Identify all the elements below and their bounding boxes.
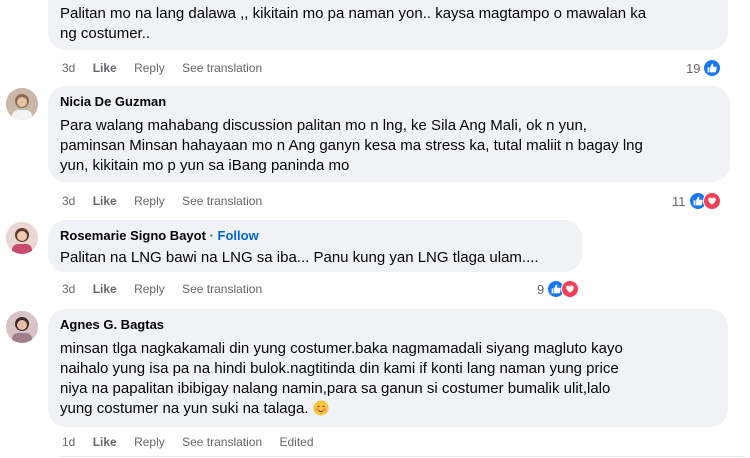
avatar[interactable] [6, 88, 38, 120]
comment-bubble: Agnes G. Bagtas minsan tlga nagkakamali … [48, 309, 728, 427]
comment-actions: 3d Like Reply See translation [62, 193, 276, 209]
comment-actions: 3d Like Reply See translation [62, 281, 276, 297]
follow-link[interactable]: Follow [218, 228, 259, 243]
comment-text-line: minsan tlga nagkakamali din yung costume… [60, 340, 623, 357]
see-translation-link[interactable]: See translation [182, 60, 262, 76]
comment-bubble: Rosemarie Signo Bayot · Follow Palitan n… [48, 220, 582, 272]
reply-button[interactable]: Reply [134, 281, 165, 297]
comment-text-line: naihalo yung isa pa na hindi bulok.nagti… [60, 360, 619, 377]
reaction-count: 9 [537, 281, 545, 297]
like-button[interactable]: Like [93, 434, 117, 450]
timestamp[interactable]: 1d [62, 434, 75, 450]
timestamp[interactable]: 3d [62, 60, 75, 76]
reply-button[interactable]: Reply [134, 434, 165, 450]
see-translation-link[interactable]: See translation [182, 193, 262, 209]
comment-text-line: paminsan Minsan hahayaan mo n Ang ganyn … [60, 137, 643, 154]
avatar[interactable] [6, 311, 38, 343]
comment-text-line: niya na papalitan ibibigay nalang namin,… [60, 380, 611, 397]
timestamp[interactable]: 3d [62, 281, 75, 297]
comment-text-line: ng costumer.. [60, 25, 151, 42]
like-button[interactable]: Like [93, 60, 117, 76]
like-button[interactable]: Like [93, 193, 117, 209]
reaction-summary[interactable]: 9 [537, 279, 580, 299]
comment-text: Para walang mahabang discussion palitan … [60, 116, 718, 176]
comment-author[interactable]: Agnes G. Bagtas [60, 317, 716, 333]
reaction-summary[interactable]: 19 [686, 58, 722, 78]
timestamp[interactable]: 3d [62, 193, 75, 209]
reaction-summary[interactable]: 11 [672, 191, 721, 211]
comment-author-line: Rosemarie Signo Bayot · Follow [60, 228, 570, 244]
smiling-blush-emoji-icon [313, 400, 329, 422]
comment-text: minsan tlga nagkakamali din yung costume… [60, 339, 716, 422]
comment-actions: 3d Like Reply See translation [62, 60, 276, 76]
like-button[interactable]: Like [93, 281, 117, 297]
like-icon [703, 59, 722, 77]
love-icon [702, 192, 721, 210]
comment-text: Palitan mo na lang dalawa ,, kikitain mo… [60, 4, 716, 44]
comment-text-line: Palitan mo na lang dalawa ,, kikitain mo… [60, 5, 647, 22]
divider [60, 456, 745, 457]
love-icon [561, 280, 580, 298]
comment-text-line: yung costumer na yun suki na talaga. [60, 399, 716, 422]
comment-author[interactable]: Nicia De Guzman [60, 94, 718, 110]
reaction-count: 19 [686, 60, 701, 76]
comment-text-line: Para walang mahabang discussion palitan … [60, 117, 587, 134]
reply-button[interactable]: Reply [134, 60, 165, 76]
see-translation-link[interactable]: See translation [182, 434, 262, 450]
comment-author[interactable]: Rosemarie Signo Bayot [60, 228, 206, 243]
comment-text-line: Palitan na LNG bawi na LNG sa iba... Pan… [60, 249, 539, 266]
comment-text: Palitan na LNG bawi na LNG sa iba... Pan… [60, 248, 570, 268]
edited-label: Edited [279, 435, 314, 449]
comment-text-line: yun, kikitain mo p yun sa iBang paninda … [60, 157, 350, 174]
see-translation-link[interactable]: See translation [182, 281, 262, 297]
reaction-count: 11 [672, 193, 686, 209]
comment-bubble: Nicia De Guzman Para walang mahabang dis… [48, 86, 730, 182]
avatar[interactable] [6, 222, 38, 254]
comment-actions: 1d Like Reply See translation Edited [62, 434, 328, 450]
reply-button[interactable]: Reply [134, 193, 165, 209]
follow-separator: · [209, 228, 214, 243]
comment-bubble: Palitan mo na lang dalawa ,, kikitain mo… [48, 0, 728, 50]
